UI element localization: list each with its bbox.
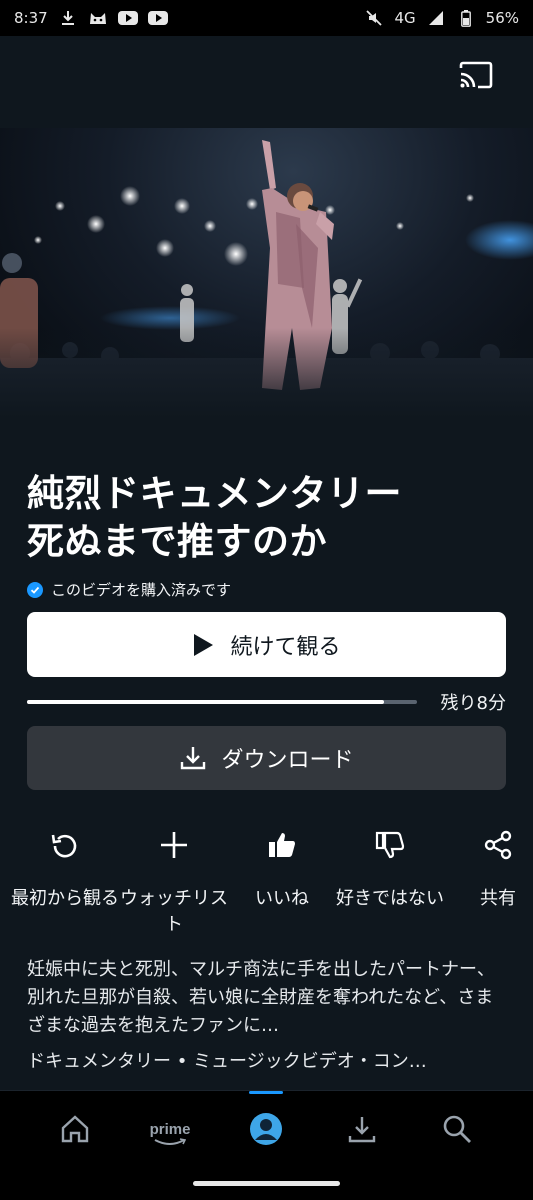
cast-icon xyxy=(459,61,493,89)
prime-icon: prime xyxy=(150,1121,190,1145)
progress-fill xyxy=(27,700,384,704)
page-title: 純烈ドキュメンタリー 死ぬまで推すのか xyxy=(27,470,517,566)
play-icon xyxy=(194,633,214,656)
download-button[interactable]: ダウンロード xyxy=(27,726,506,790)
dislike-button[interactable]: 好きではない xyxy=(336,822,444,912)
clock: 8:37 xyxy=(14,9,48,27)
restart-icon xyxy=(50,822,80,868)
screen: 8:37 4G 56% 純烈ドキュメンタリー 死ぬまで推すのか このビデオを購入… xyxy=(0,0,533,1200)
share-button[interactable]: 共有 xyxy=(445,822,533,912)
network-type: 4G xyxy=(394,9,416,27)
share-label: 共有 xyxy=(480,888,516,909)
genre-list: ドキュメンタリー • ミュージックビデオ・コン… xyxy=(27,1051,427,1072)
hero-image xyxy=(0,128,533,418)
restart-button[interactable]: 最初から観る xyxy=(11,822,119,912)
watchlist-button[interactable]: ウォッチリスト xyxy=(120,822,228,938)
thumbs-down-icon xyxy=(375,822,405,868)
nav-search[interactable] xyxy=(427,1109,487,1149)
purchase-status-text: このビデオを購入済みです xyxy=(51,581,232,599)
nav-downloads[interactable] xyxy=(332,1109,392,1149)
signal-icon xyxy=(426,9,446,27)
download-label: ダウンロード xyxy=(221,748,354,773)
home-icon xyxy=(61,1115,89,1143)
bottom-nav: prime xyxy=(0,1090,533,1200)
profile-icon xyxy=(250,1113,282,1145)
like-label: いいね xyxy=(255,888,309,909)
status-bar: 8:37 4G 56% xyxy=(0,0,533,36)
continue-watching-button[interactable]: 続けて観る xyxy=(27,612,506,677)
check-circle-icon xyxy=(27,581,43,598)
cast-button[interactable] xyxy=(457,58,495,92)
nav-prime[interactable]: prime xyxy=(140,1109,200,1149)
like-button[interactable]: いいね xyxy=(229,822,335,912)
progress-track xyxy=(27,700,417,704)
youtube-icon xyxy=(147,11,168,25)
synopsis[interactable]: 妊娠中に夫と死別、マルチ商法に手を出したパートナー、別れた旦那が自殺、若い娘に全… xyxy=(27,956,507,1040)
gesture-bar[interactable] xyxy=(193,1181,340,1186)
mute-icon xyxy=(364,9,384,27)
purchase-status: このビデオを購入済みです xyxy=(27,579,231,600)
plus-icon xyxy=(159,822,189,868)
dislike-label: 好きではない xyxy=(336,888,444,909)
download-icon xyxy=(181,747,206,770)
remaining-time: 残り8分 xyxy=(440,693,506,714)
battery-level: 56% xyxy=(485,9,519,27)
restart-label: 最初から観る xyxy=(11,888,119,909)
thumbs-up-icon xyxy=(267,822,297,868)
watch-progress: 残り8分 xyxy=(27,688,506,716)
youtube-icon xyxy=(117,11,138,25)
nav-profile[interactable] xyxy=(236,1109,296,1149)
title-line-1: 純烈ドキュメンタリー xyxy=(27,472,402,515)
cat-icon xyxy=(88,9,108,27)
active-tab-indicator xyxy=(249,1091,283,1094)
nav-home[interactable] xyxy=(45,1109,105,1149)
action-row: 最初から観る ウォッチリスト いいね 好きではない 共有 xyxy=(0,822,533,942)
battery-icon xyxy=(456,9,476,27)
continue-watching-label: 続けて観る xyxy=(230,634,341,660)
top-bar xyxy=(0,36,533,128)
search-icon xyxy=(443,1115,471,1143)
watchlist-label: ウォッチリスト xyxy=(120,888,228,935)
download-icon xyxy=(348,1117,376,1143)
share-icon xyxy=(483,822,513,868)
download-icon xyxy=(58,9,78,27)
title-line-2: 死ぬまで推すのか xyxy=(27,520,327,563)
